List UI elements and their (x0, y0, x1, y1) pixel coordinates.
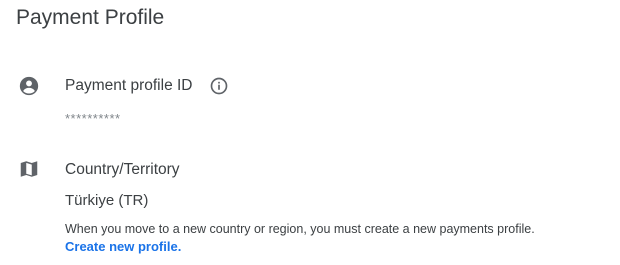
payment-profile-id-label: Payment profile ID (65, 77, 193, 94)
map-icon (20, 161, 38, 177)
country-territory-label: Country/Territory (65, 161, 180, 178)
info-icon[interactable] (209, 76, 229, 96)
payment-profile-id-value: ********** (65, 111, 121, 126)
account-circle-icon (19, 76, 39, 96)
page-title: Payment Profile (16, 6, 165, 29)
country-change-note: When you move to a new country or region… (65, 222, 535, 236)
country-value: Türkiye (TR) (65, 192, 149, 209)
create-new-profile-link[interactable]: Create new profile. (65, 239, 181, 254)
